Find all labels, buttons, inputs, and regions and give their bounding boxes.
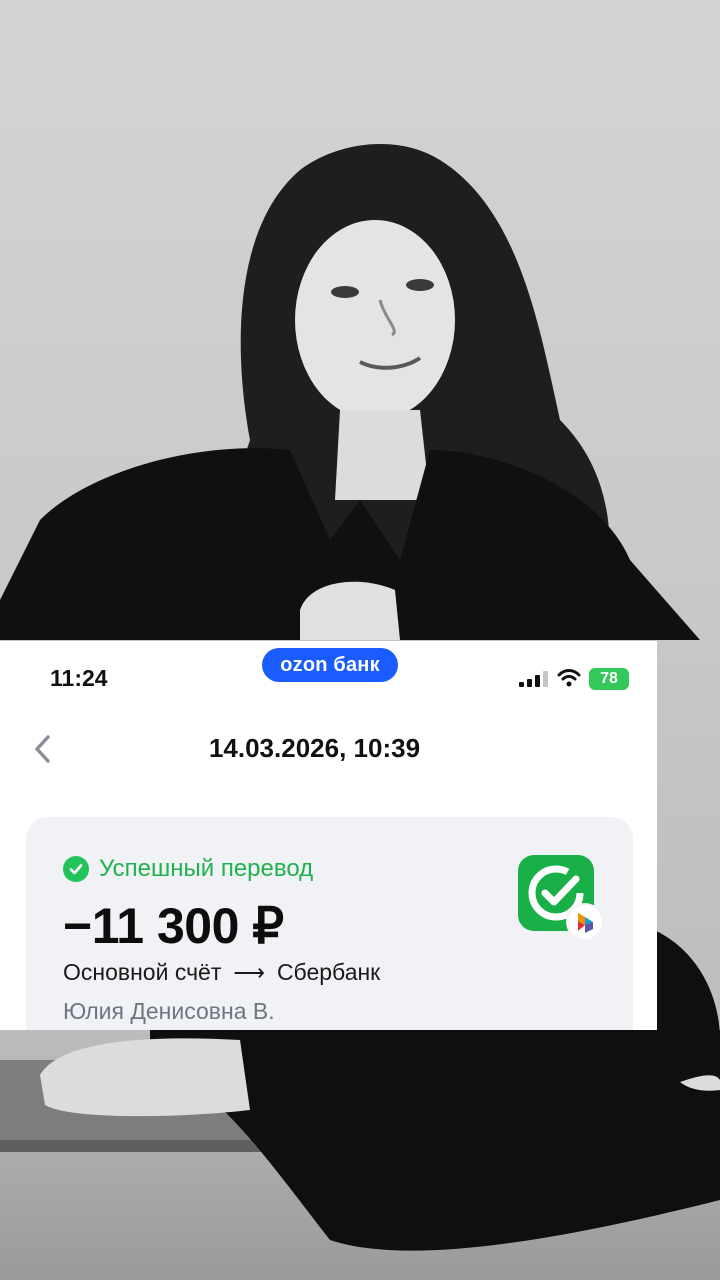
header-nav: 14.03.2026, 10:39 [0,721,657,781]
transaction-card[interactable]: Успешный перевод −11 300 ₽ Основной счёт… [26,817,633,1030]
from-account: Основной счёт [63,959,222,985]
transfer-route: Основной счёт ⟶ Сбербанк [63,959,380,986]
cellular-signal-icon [519,671,548,687]
transfer-status: Успешный перевод [63,855,313,883]
ozon-bank-badge[interactable]: ozon банк [262,648,398,682]
page-title: 14.03.2026, 10:39 [208,733,421,763]
payment-receipt-screenshot: 11:24 ozon банк 78 14.03.2026, 10:39 Усп… [0,641,657,1030]
status-label: Успешный перевод [99,855,314,882]
status-bar: 11:24 ozon банк 78 [0,641,657,721]
background-photo [0,0,720,1280]
portrait-illustration [0,143,720,1251]
sbp-icon [568,905,602,939]
status-time: 11:24 [50,665,108,691]
arrow-right-icon: ⟶ [233,959,265,985]
wifi-icon [557,669,581,687]
to-bank: Сбербанк [276,959,381,985]
check-circle-icon [63,856,89,882]
transaction-amount: −11 300 ₽ [63,898,284,954]
recipient-name: Юлия Денисовна В. [63,998,275,1024]
battery-indicator: 78 [589,668,629,690]
